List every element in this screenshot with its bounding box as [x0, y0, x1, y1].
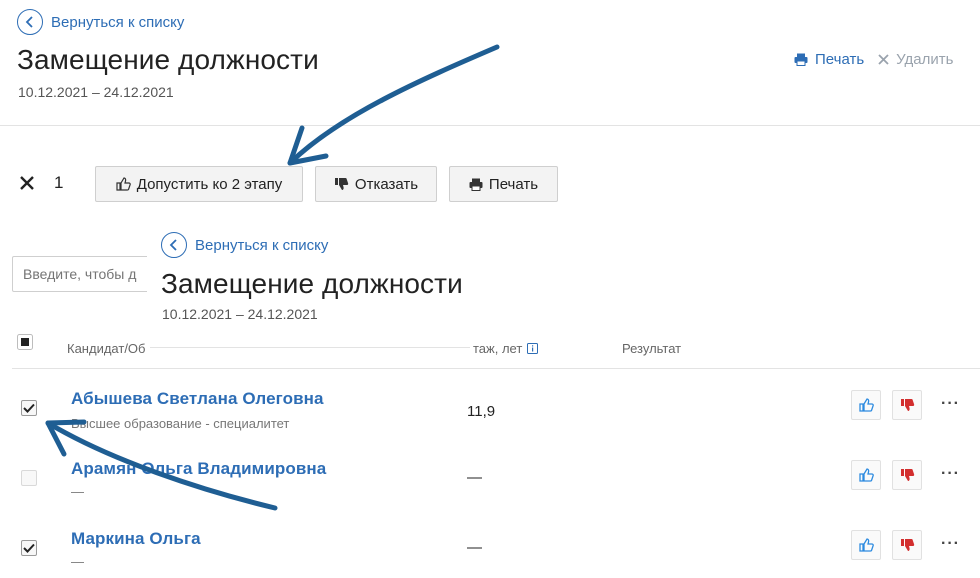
thumbs-up-icon: [858, 468, 874, 482]
candidate-education: Высшее образование - специалитет: [71, 416, 290, 431]
thumbs-down-icon: [334, 178, 349, 190]
selection-print-label: Печать: [488, 175, 539, 193]
thumbs-up-icon: [858, 538, 874, 552]
candidate-name[interactable]: Маркина Ольга: [71, 529, 201, 549]
row-reject-button[interactable]: [892, 390, 922, 420]
row-more-icon[interactable]: ···: [941, 395, 960, 413]
thumbs-down-icon: [900, 399, 914, 411]
thumbs-up-icon: [858, 398, 874, 412]
candidate-education: —: [71, 554, 84, 569]
row-checkbox[interactable]: [21, 400, 37, 416]
candidate-name[interactable]: Абышева Светлана Олеговна: [71, 389, 324, 409]
close-icon: [878, 54, 889, 65]
column-candidate[interactable]: Кандидат/Об: [67, 341, 145, 356]
annotation-arrowhead-top: [287, 125, 329, 166]
header-delete-button[interactable]: Удалить: [878, 51, 953, 68]
printer-icon: [794, 53, 808, 66]
back-to-list-link[interactable]: Вернуться к списку: [17, 9, 184, 35]
column-result[interactable]: Результат: [622, 341, 681, 356]
overlay-page-title: Замещение должности: [161, 268, 463, 299]
header-delete-label: Удалить: [896, 51, 954, 68]
row-checkbox[interactable]: [21, 540, 37, 556]
column-experience-label: таж, лет: [473, 341, 523, 356]
selected-count: 1: [54, 173, 64, 192]
row-more-icon[interactable]: ···: [941, 535, 960, 553]
overlay-page-dates: 10.12.2021 – 24.12.2021: [162, 306, 318, 322]
header-divider: [0, 125, 980, 126]
printer-icon: [469, 178, 483, 191]
info-icon: [527, 343, 539, 354]
annotation-arrow-top: [287, 44, 500, 166]
thumbs-down-icon: [900, 539, 914, 551]
row-reject-button[interactable]: [892, 460, 922, 490]
header-print-button[interactable]: Печать: [794, 51, 864, 68]
overlay-edge: [150, 347, 470, 348]
reject-button[interactable]: Отказать: [315, 166, 437, 202]
candidate-education: —: [71, 484, 84, 499]
candidate-name[interactable]: Арамян Ольга Владимировна: [71, 459, 326, 479]
table-header-divider: [12, 368, 980, 369]
thumbs-up-icon: [116, 177, 131, 191]
chevron-left-icon: [17, 9, 43, 35]
approve-stage-2-button[interactable]: Допустить ко 2 этапу: [95, 166, 303, 202]
row-approve-button[interactable]: [851, 530, 881, 560]
header-print-label: Печать: [815, 51, 865, 68]
select-all-checkbox[interactable]: [17, 334, 33, 350]
approve-label: Допустить ко 2 этапу: [136, 175, 283, 193]
back-link-label: Вернуться к списку: [51, 13, 185, 31]
row-checkbox[interactable]: [21, 470, 37, 486]
page-dates: 10.12.2021 – 24.12.2021: [18, 84, 174, 100]
row-reject-button[interactable]: [892, 530, 922, 560]
selection-print-button[interactable]: Печать: [449, 166, 558, 202]
column-experience[interactable]: таж, лет: [473, 341, 539, 356]
candidate-experience: —: [467, 469, 482, 486]
row-more-icon[interactable]: ···: [941, 465, 960, 483]
overlay-back-link-label: Вернуться к списку: [195, 236, 329, 254]
row-approve-button[interactable]: [851, 390, 881, 420]
clear-selection-icon[interactable]: [20, 176, 34, 195]
header-actions: Печать Удалить: [794, 51, 953, 68]
page-title: Замещение должности: [17, 44, 319, 75]
overlay-back-to-list-link[interactable]: Вернуться к списку: [161, 232, 328, 258]
thumbs-down-icon: [900, 469, 914, 481]
chevron-left-icon: [161, 232, 187, 258]
reject-label: Отказать: [354, 175, 419, 193]
candidate-experience: —: [467, 539, 482, 556]
candidate-experience: 11,9: [467, 403, 496, 420]
row-approve-button[interactable]: [851, 460, 881, 490]
